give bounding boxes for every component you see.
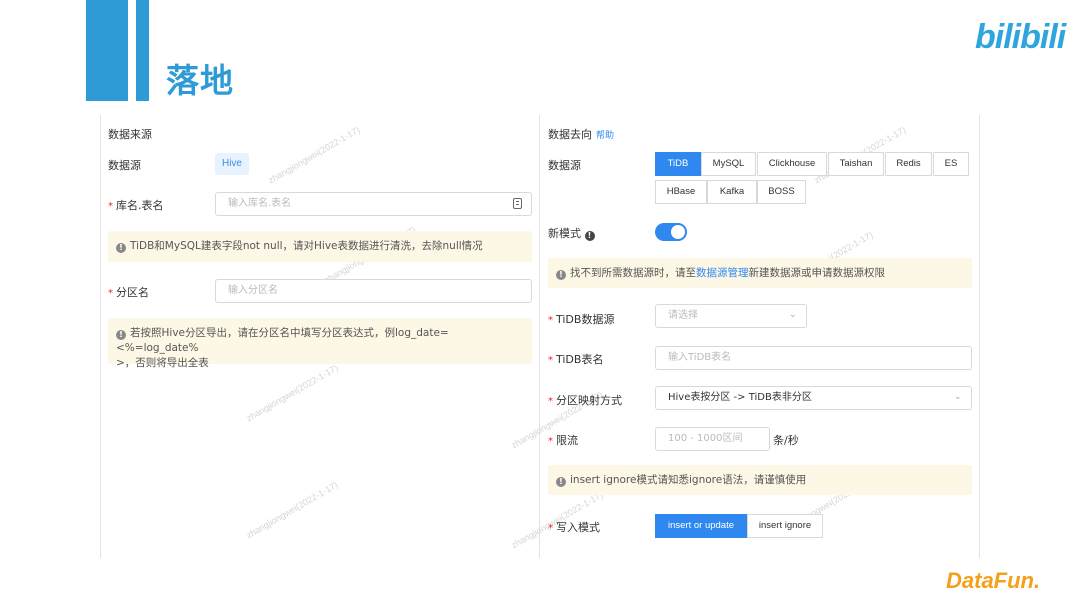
target-datasource-label: 数据源 (548, 159, 581, 172)
target-section-title-text: 数据去向 (548, 128, 592, 141)
required-mark: * (108, 201, 113, 212)
datasource-manage-link[interactable]: 数据源管理 (696, 267, 749, 279)
partition-label: * 分区名 (108, 284, 149, 300)
right-panel-border (979, 115, 980, 558)
required-mark: * (548, 396, 553, 407)
info-icon: ! (584, 231, 595, 241)
partition-label-text: 分区名 (116, 286, 149, 299)
target-notice-datasource: ! 找不到所需数据源时，请至数据源管理新建数据源或申请数据源权限 (548, 258, 972, 288)
tidb-source-label: * TiDB数据源 (548, 311, 614, 327)
watermark: zhangjiongwei(2022-1-17) (244, 362, 340, 424)
watermark: zhangjiongwei(2022-1-17) (266, 124, 362, 186)
required-mark: * (548, 436, 553, 447)
notice-line-1: ! 若按照Hive分区导出，请在分区名中填写分区表达式，例log_date=<%=… (116, 326, 524, 356)
datafun-logo: DataFun. (946, 568, 1041, 593)
center-divider (539, 115, 540, 558)
table-name-label: * 库名.表名 (108, 197, 164, 213)
info-icon: ! (116, 330, 126, 340)
chevron-down-icon: ⌄ (954, 392, 962, 402)
bilibili-logo: bilibili (975, 18, 1066, 56)
source-section-title: 数据来源 (108, 128, 152, 141)
required-mark: * (548, 355, 553, 366)
write-mode-label: * 写入模式 (548, 519, 600, 535)
datasource-option-tidb[interactable]: TiDB (655, 152, 701, 176)
help-link[interactable]: 帮助 (596, 131, 614, 141)
required-mark: * (548, 315, 553, 326)
target-section-title: 数据去向 帮助 (548, 126, 614, 142)
table-name-input[interactable]: 输入库名.表名 (215, 192, 532, 216)
write-mode-insert-or-update[interactable]: insert or update (655, 514, 747, 538)
notice-pre-text: 找不到所需数据源时，请至 (570, 267, 696, 279)
rate-limit-label-text: 限流 (556, 434, 578, 447)
target-notice-insert: ! insert ignore模式请知悉ignore语法，请谨慎使用 (548, 465, 972, 495)
datasource-option-hbase[interactable]: HBase (655, 180, 707, 204)
info-icon: ! (116, 243, 126, 253)
datasource-option-taishan[interactable]: Taishan (828, 152, 884, 176)
tidb-source-select[interactable]: 请选择 (655, 304, 807, 328)
source-datasource-tag: Hive (215, 153, 249, 175)
table-name-label-text: 库名.表名 (116, 199, 164, 212)
rate-unit: 条/秒 (773, 434, 799, 447)
datasource-option-es[interactable]: ES (933, 152, 969, 176)
new-mode-label: 新模式 ! (548, 225, 599, 241)
partition-map-select[interactable]: Hive表按分区 -> TiDB表非分区 (655, 386, 972, 410)
partition-input[interactable]: 输入分区名 (215, 279, 532, 303)
datasource-option-clickhouse[interactable]: Clickhouse (757, 152, 827, 176)
notice-post-text: 新建数据源或申请数据源权限 (748, 267, 886, 279)
watermark: zhangjiongwei(2022-1-17) (244, 479, 340, 541)
new-mode-toggle[interactable] (655, 223, 687, 241)
toggle-knob (671, 225, 685, 239)
notice-line-2: >，否则将导出全表 (116, 357, 209, 369)
header-bar-narrow (136, 0, 149, 101)
source-notice-notnull: ! TiDB和MySQL建表字段not null，请对Hive表数据进行清洗，去除… (108, 231, 532, 262)
datasource-option-kafka[interactable]: Kafka (707, 180, 757, 204)
rate-limit-label: * 限流 (548, 432, 578, 448)
left-panel-border (100, 115, 101, 558)
tidb-table-input[interactable]: 输入TiDB表名 (655, 346, 972, 370)
field-card-icon (513, 198, 522, 209)
info-icon: ! (556, 270, 566, 280)
source-datasource-label: 数据源 (108, 159, 141, 172)
chevron-down-icon: ⌄ (789, 310, 797, 320)
tidb-table-label-text: TiDB表名 (556, 353, 604, 366)
source-notice-partition: ! 若按照Hive分区导出，请在分区名中填写分区表达式，例log_date=<%=… (108, 318, 532, 369)
source-notice-notnull-text: TiDB和MySQL建表字段not null，请对Hive表数据进行清洗，去除n… (130, 240, 483, 252)
required-mark: * (108, 288, 113, 299)
header-bar-wide (86, 0, 128, 101)
rate-limit-input[interactable]: 100 - 1000区间 (655, 427, 770, 451)
tidb-table-label: * TiDB表名 (548, 351, 603, 367)
datasource-option-boss[interactable]: BOSS (757, 180, 806, 204)
datasource-option-redis[interactable]: Redis (885, 152, 932, 176)
notice-line-1-text: 若按照Hive分区导出，请在分区名中填写分区表达式，例log_date=<%=l… (116, 327, 449, 354)
tidb-source-label-text: TiDB数据源 (556, 313, 615, 326)
required-mark: * (548, 523, 553, 534)
notice-insert-text: insert ignore模式请知悉ignore语法，请谨慎使用 (570, 474, 807, 486)
slide-title: 落地 (166, 61, 234, 100)
datasource-option-mysql[interactable]: MySQL (701, 152, 756, 176)
partition-map-label-text: 分区映射方式 (556, 394, 622, 407)
write-mode-insert-ignore[interactable]: insert ignore (747, 514, 823, 538)
partition-map-label: * 分区映射方式 (548, 392, 622, 408)
new-mode-label-text: 新模式 (548, 227, 581, 240)
info-icon: ! (556, 477, 566, 487)
write-mode-label-text: 写入模式 (556, 521, 600, 534)
